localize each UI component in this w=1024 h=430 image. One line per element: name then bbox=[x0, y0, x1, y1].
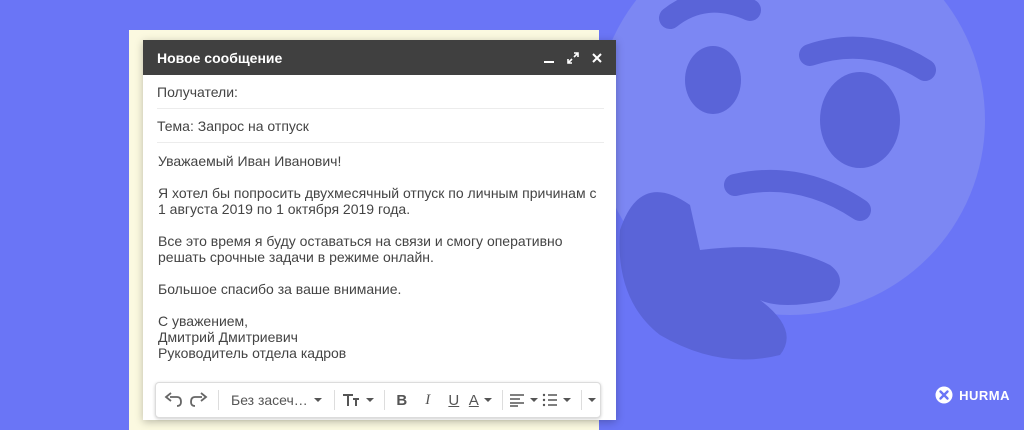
emoji-right-eye bbox=[820, 72, 900, 168]
recipients-field[interactable]: Получатели: bbox=[157, 75, 604, 109]
expand-icon[interactable] bbox=[566, 51, 580, 65]
chevron-down-icon bbox=[313, 398, 322, 402]
brand-logo: HURMA bbox=[935, 386, 1010, 404]
toolbar-separator bbox=[383, 390, 385, 410]
message-body[interactable]: Уважаемый Иван Иванович! Я хотел бы попр… bbox=[143, 143, 616, 361]
paragraph-1: Я хотел бы попросить двухмесячный отпуск… bbox=[158, 185, 602, 217]
formatting-toolbar: Без засеч… B I U A bbox=[155, 382, 601, 418]
minimize-icon[interactable] bbox=[542, 51, 556, 65]
close-icon[interactable] bbox=[590, 51, 604, 65]
signature-position: Руководитель отдела кадров bbox=[158, 345, 347, 361]
text-size-icon bbox=[342, 394, 359, 406]
align-icon bbox=[509, 394, 524, 407]
paragraph-3: Большое спасибо за ваше внимание. bbox=[158, 281, 402, 297]
more-icon bbox=[587, 398, 596, 402]
numbered-list-icon bbox=[542, 393, 557, 407]
toolbar-separator bbox=[333, 390, 335, 410]
chevron-down-icon bbox=[483, 398, 492, 402]
subject-text: Тема: Запрос на отпуск bbox=[157, 117, 309, 134]
brand-name: HURMA bbox=[959, 387, 1010, 403]
text-color-label: A bbox=[468, 391, 479, 409]
paragraph-1-line-2: 1 августа 2019 по 1 октября 2019 года. bbox=[158, 201, 411, 217]
undo-icon bbox=[164, 392, 182, 407]
signature-closing: С уважением, bbox=[158, 313, 249, 329]
compose-header: Новое сообщение bbox=[143, 40, 616, 75]
toolbar-separator bbox=[218, 390, 219, 410]
greeting: Уважаемый Иван Иванович! bbox=[158, 153, 342, 169]
toolbar-separator bbox=[501, 390, 503, 410]
font-select-value: Без засеч… bbox=[231, 392, 308, 408]
paragraph-2-line-1: Все это время я буду оставаться на связи… bbox=[158, 233, 563, 249]
paragraph-2-line-2: решать срочные задачи в режиме онлайн. bbox=[158, 249, 434, 265]
chevron-down-icon bbox=[529, 398, 538, 402]
hurma-logo-icon bbox=[935, 386, 953, 404]
chevron-down-icon bbox=[365, 398, 374, 402]
redo-icon bbox=[190, 392, 208, 407]
compose-title: Новое сообщение bbox=[157, 49, 283, 66]
paragraph-1-line-1: Я хотел бы попросить двухмесячный отпуск… bbox=[158, 185, 597, 201]
paragraph-2: Все это время я буду оставаться на связи… bbox=[158, 233, 602, 265]
window-controls bbox=[542, 51, 604, 65]
chevron-down-icon bbox=[562, 398, 571, 402]
signature-name: Дмитрий Дмитриевич bbox=[158, 329, 298, 345]
recipients-label: Получатели: bbox=[157, 83, 238, 100]
signature: С уважением, Дмитрий Дмитриевич Руководи… bbox=[158, 313, 602, 361]
subject-field[interactable]: Тема: Запрос на отпуск bbox=[157, 109, 604, 143]
emoji-left-eye bbox=[685, 46, 741, 114]
toolbar-separator bbox=[580, 390, 582, 410]
compose-window: Новое сообщение Получатели: Тема: Запрос… bbox=[143, 40, 616, 420]
